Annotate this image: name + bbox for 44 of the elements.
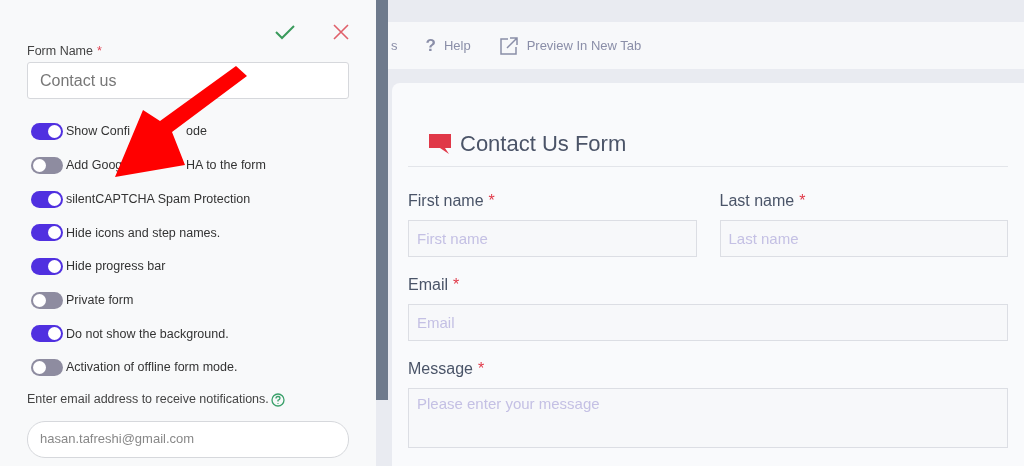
toggle-label: Private form <box>66 291 134 309</box>
required-mark: * <box>97 42 102 60</box>
toggle-label: Activation of offline form mode. <box>66 359 238 377</box>
field-label: Message <box>408 359 473 379</box>
toggle-switch[interactable] <box>31 190 63 208</box>
toggle-switch[interactable] <box>31 359 63 377</box>
message-field[interactable]: Please enter your message <box>408 388 1008 448</box>
toggle-label: Hide icons and step names. <box>66 224 221 242</box>
field-label: First name <box>408 191 484 211</box>
toggle-switch[interactable] <box>31 258 63 276</box>
toggle-switch[interactable] <box>31 123 63 141</box>
help-icon[interactable] <box>270 392 285 407</box>
text-field[interactable]: Email <box>408 304 1008 341</box>
form-title: Contact Us Form <box>460 130 627 158</box>
notification-email-field[interactable]: hasan.tafreshi@gmail.com <box>27 420 349 458</box>
form-name-label: Form Name <box>27 42 93 60</box>
toggle-switch[interactable] <box>31 224 63 242</box>
toolbar-link[interactable]: s <box>391 35 398 56</box>
toggle-label: silentCAPTCHA Spam Protection <box>66 190 251 208</box>
external-link-icon <box>498 35 519 56</box>
form-name-field[interactable]: Contact us <box>27 62 349 99</box>
preview-link[interactable]: Preview In New Tab <box>498 35 642 56</box>
toggle-switch[interactable] <box>31 157 63 175</box>
required-mark: * <box>799 191 806 211</box>
help-link[interactable]: ? Help <box>425 32 471 59</box>
required-mark: * <box>477 359 485 379</box>
scrollbar[interactable] <box>376 0 388 400</box>
toggle-label: ode <box>186 123 207 141</box>
field-label: Email <box>408 275 448 295</box>
toggle-label: Hide progress bar <box>66 258 166 276</box>
field-label: Last name <box>719 191 795 211</box>
confirm-check-icon[interactable] <box>275 24 295 40</box>
required-mark: * <box>453 275 460 295</box>
toggle-label: HA to the form <box>186 157 266 175</box>
text-field[interactable]: First name <box>408 220 697 257</box>
chat-bubble-icon <box>428 132 452 155</box>
toggle-switch[interactable] <box>31 325 63 343</box>
close-icon[interactable] <box>333 24 349 40</box>
email-label: Enter email address to receive notifications. <box>27 391 269 409</box>
text-field[interactable]: Last name <box>719 220 1008 257</box>
toggle-switch[interactable] <box>31 291 63 309</box>
toggle-label: Show Confi <box>66 124 130 139</box>
toggle-label: Do not show the background. <box>66 325 229 343</box>
required-mark: * <box>488 191 495 211</box>
